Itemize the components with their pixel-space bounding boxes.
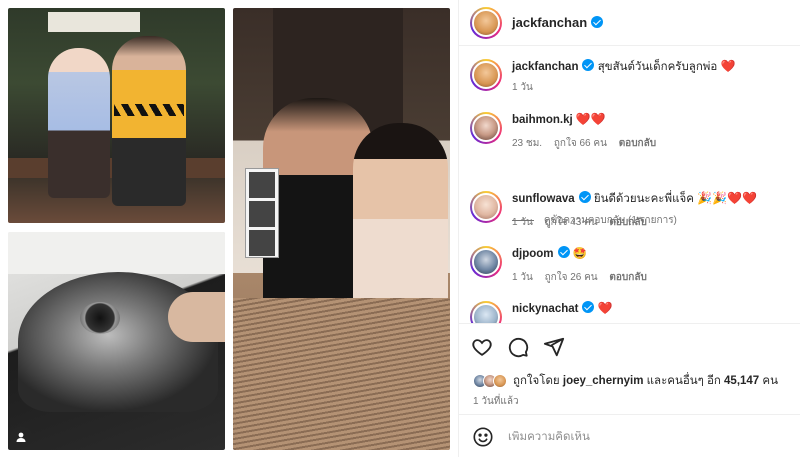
likes-count[interactable]: 45,147 <box>724 375 759 387</box>
heart-icon[interactable] <box>471 336 493 358</box>
liker-username[interactable]: joey_chernyim <box>563 375 644 387</box>
list-item: nickynachat ❤️ <box>470 301 791 323</box>
list-item: baihmon.kj ❤️❤️ 23 ชม. ถูกใจ 66 คน ตอบกล… <box>470 112 791 151</box>
comment-emoji: 🎉🎉❤️❤️ <box>697 191 757 205</box>
comment-username[interactable]: baihmon.kj <box>512 114 573 126</box>
comment-emoji: 🤩 <box>572 248 588 260</box>
verified-icon <box>578 191 591 203</box>
reply-button[interactable]: ตอบกลับ <box>609 272 646 283</box>
photo-woman <box>48 48 110 198</box>
comment-username[interactable]: djpoom <box>512 248 554 260</box>
emoji-icon[interactable] <box>472 426 494 448</box>
comment-emoji: ❤️ <box>597 301 613 315</box>
comment-time: 23 ชม. <box>512 138 543 149</box>
add-comment-bar <box>459 414 800 457</box>
comment-likes[interactable]: ถูกใจ 43 คน <box>545 217 598 228</box>
avatar[interactable] <box>470 112 502 144</box>
caption: jackfanchan สุขสันต์วันเด็กครับลูกพ่อ ❤️… <box>470 59 791 95</box>
post-sidebar: jackfanchan jackfanchan สุขสันต์วันเด็กค… <box>458 0 800 457</box>
photo-zigzag-shirt <box>114 104 184 116</box>
reply-button[interactable]: ตอบกลับ <box>609 217 646 228</box>
photo-couple-indoor <box>233 8 450 450</box>
verified-icon <box>582 59 595 71</box>
avatar[interactable] <box>470 6 502 39</box>
avatar[interactable] <box>470 246 502 278</box>
comments-list: jackfanchan สุขสันต์วันเด็กครับลูกพ่อ ❤️… <box>459 47 800 323</box>
header-username[interactable]: jackfanchan <box>512 15 604 30</box>
comment-likes[interactable]: ถูกใจ 26 คน <box>545 272 598 283</box>
list-item: djpoom 🤩 1 วัน ถูกใจ 26 คน ตอบกลับ <box>470 246 791 285</box>
share-icon[interactable] <box>543 336 565 358</box>
photo-finger <box>168 292 225 342</box>
verified-icon <box>591 16 604 28</box>
comment-time: 1 วัน <box>512 272 533 283</box>
comment-time: 1 วัน <box>512 217 533 228</box>
verified-icon <box>582 301 595 313</box>
likes-summary[interactable]: ถูกใจโดย joey_chernyim และคนอื่นๆ อีก 45… <box>473 372 778 390</box>
photo-sign <box>48 12 140 32</box>
reply-button[interactable]: ตอบกลับ <box>619 138 656 149</box>
comment-emoji: ❤️❤️ <box>575 112 606 126</box>
caption-username[interactable]: jackfanchan <box>512 61 578 73</box>
comment-text: ยินดีด้วยนะคะพี่แจ็ค <box>593 193 694 205</box>
user-tag-icon[interactable] <box>10 426 32 448</box>
post-header: jackfanchan <box>459 0 800 46</box>
avatar[interactable] <box>470 59 502 91</box>
caption-emoji: ❤️ <box>720 59 736 73</box>
comment-username[interactable]: sunflowava <box>512 193 575 205</box>
ultrasound-paper <box>8 232 225 274</box>
comment-input[interactable] <box>508 430 768 443</box>
avatar[interactable] <box>470 301 502 323</box>
ultrasound-sac <box>80 302 120 334</box>
photo-table <box>233 298 450 450</box>
avatar[interactable] <box>470 191 502 223</box>
verified-icon <box>557 246 570 258</box>
post-date: 1 วันที่แล้ว <box>473 396 519 407</box>
post-actions: ถูกใจโดย joey_chernyim และคนอื่นๆ อีก 45… <box>459 323 800 457</box>
caption-text: สุขสันต์วันเด็กครับลูกพ่อ <box>597 61 718 73</box>
post-media[interactable] <box>0 0 458 457</box>
photo-scan-strip <box>245 168 279 258</box>
liker-avatars <box>473 374 507 388</box>
photo-man <box>112 36 186 206</box>
caption-time: 1 วัน <box>512 82 533 93</box>
photo-couple-outdoor <box>8 8 225 223</box>
comment-icon[interactable] <box>507 336 529 358</box>
comment-username[interactable]: nickynachat <box>512 303 578 315</box>
comment-likes[interactable]: ถูกใจ 66 คน <box>554 138 607 149</box>
list-item: sunflowava ยินดีด้วยนะคะพี่แจ็ค 🎉🎉❤️❤️ 1… <box>470 191 791 230</box>
photo-ultrasound <box>8 232 225 450</box>
